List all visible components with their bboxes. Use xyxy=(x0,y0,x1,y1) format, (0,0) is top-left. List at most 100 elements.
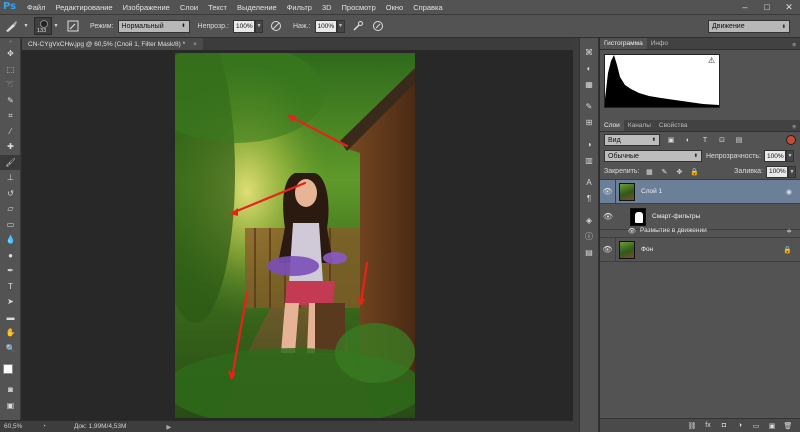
brush-size-picker[interactable]: 133 xyxy=(34,17,52,35)
menu-window[interactable]: Окно xyxy=(386,3,403,12)
gradient-tool-icon[interactable]: ▭ xyxy=(0,217,21,233)
tab-properties[interactable]: Свойства xyxy=(655,120,692,131)
layer-row-layer1[interactable]: 👁 Слой 1 ◉ xyxy=(600,179,800,204)
brush-picker-arrow-icon[interactable]: ▼ xyxy=(52,19,60,34)
link-layers-icon[interactable]: ⛓ xyxy=(686,421,698,431)
layer-opacity-field[interactable]: 100% xyxy=(764,150,786,162)
status-arrow-icon[interactable]: ▶ xyxy=(166,423,171,431)
hand-tool-icon[interactable]: ✋ xyxy=(0,325,21,341)
maximize-button[interactable]: □ xyxy=(756,0,778,14)
layers-menu-icon[interactable]: ≡ xyxy=(792,124,796,131)
kind-filter-select[interactable]: Вид ⬍ xyxy=(604,134,660,146)
opacity-arrow-icon[interactable]: ▼ xyxy=(254,19,263,33)
new-layer-icon[interactable]: ▣ xyxy=(766,421,778,431)
filter-adjustment-icon[interactable]: ◐ xyxy=(682,134,694,146)
fill-field[interactable]: 100% xyxy=(766,165,788,178)
menu-image[interactable]: Изображение xyxy=(123,3,170,12)
layer-opacity-arrow-icon[interactable]: ▼ xyxy=(786,150,794,162)
pressure-arrow-icon[interactable]: ▼ xyxy=(336,19,345,33)
navigator-panel-icon[interactable]: ◈ xyxy=(580,212,598,228)
brush-tool-icon[interactable]: 🖌 xyxy=(0,154,21,170)
blur-tool-icon[interactable]: 💧 xyxy=(0,232,21,248)
layer-row-background[interactable]: 👁 Фон 🔒 xyxy=(600,237,800,262)
eraser-tool-icon[interactable]: ▱ xyxy=(0,201,21,217)
smart-filter-indicator-icon[interactable]: ◉ xyxy=(786,188,792,196)
blend-mode-select[interactable]: Обычные ⬍ xyxy=(604,150,702,162)
lock-transparency-icon[interactable]: ▦ xyxy=(644,167,654,177)
lasso-tool-icon[interactable]: ➰ xyxy=(0,77,21,93)
color-swatches[interactable] xyxy=(0,362,20,382)
filter-type-icon[interactable]: T xyxy=(699,134,711,146)
tab-histogram[interactable]: Гистограмма xyxy=(600,38,647,49)
paragraph-panel-icon[interactable]: ¶ xyxy=(580,190,598,206)
motion-blur-filter-row[interactable]: 👁 Размытие в движении ≑ xyxy=(600,224,800,238)
layer-comps-icon[interactable]: ▤ xyxy=(580,244,598,260)
filter-eye-icon[interactable]: 👁 xyxy=(600,227,640,235)
menu-file[interactable]: Файл xyxy=(27,3,45,12)
visibility-eye-icon[interactable]: 👁 xyxy=(600,179,616,204)
new-group-icon[interactable]: ▭ xyxy=(750,421,762,431)
canvas-area[interactable] xyxy=(22,50,573,420)
opacity-field[interactable]: 100% xyxy=(232,19,255,33)
zoom-tool-icon[interactable]: 🔍 xyxy=(0,341,21,357)
rectangle-tool-icon[interactable]: ▬ xyxy=(0,310,21,326)
layer-style-icon[interactable]: fx xyxy=(702,421,714,431)
styles-panel-icon[interactable]: ▥ xyxy=(580,152,598,168)
brush-presets-icon[interactable]: ⊞ xyxy=(580,114,598,130)
color-panel-icon[interactable]: ◐ xyxy=(580,60,598,76)
menu-help[interactable]: Справка xyxy=(413,3,442,12)
status-menu-icon[interactable]: ◔ xyxy=(42,423,46,430)
quick-select-tool-icon[interactable]: ✎ xyxy=(0,93,21,109)
dodge-tool-icon[interactable]: ● xyxy=(0,248,21,264)
filter-mask-thumbnail[interactable] xyxy=(630,207,646,226)
clone-stamp-tool-icon[interactable]: ⊥ xyxy=(0,170,21,186)
lock-all-icon[interactable]: 🔒 xyxy=(689,167,699,177)
pen-tool-icon[interactable]: ✒ xyxy=(0,263,21,279)
menu-view[interactable]: Просмотр xyxy=(342,3,376,12)
swatches-panel-icon[interactable]: ▦ xyxy=(580,76,598,92)
adjustments-panel-icon[interactable]: ◑ xyxy=(580,136,598,152)
filter-pixel-icon[interactable]: ▣ xyxy=(665,134,677,146)
cache-warning-icon[interactable]: ⚠ xyxy=(708,56,715,65)
background-eye-icon[interactable]: 👁 xyxy=(600,237,616,262)
eyedropper-tool-icon[interactable]: ⁄ xyxy=(0,124,21,140)
menu-3d[interactable]: 3D xyxy=(322,3,332,12)
tab-info[interactable]: Инфо xyxy=(647,38,672,49)
add-mask-icon[interactable]: ◘ xyxy=(718,421,730,431)
brush-tool-preset-icon[interactable] xyxy=(0,19,22,34)
healing-brush-tool-icon[interactable]: ✚ xyxy=(0,139,21,155)
menu-type[interactable]: Текст xyxy=(208,3,227,12)
move-tool-icon[interactable]: ✥ xyxy=(0,46,21,62)
new-adjustment-icon[interactable]: ◑ xyxy=(734,421,746,431)
document-image[interactable] xyxy=(175,53,415,418)
lock-position-icon[interactable]: ✥ xyxy=(674,167,684,177)
tab-channels[interactable]: Каналы xyxy=(624,120,655,131)
close-tab-icon[interactable]: × xyxy=(193,41,197,48)
document-tab[interactable]: CN-CYgVxCHw.jpg @ 60,5% (Слой 1, Filter … xyxy=(22,38,203,50)
preset-dropdown-arrow-icon[interactable]: ▼ xyxy=(22,19,30,34)
airbrush-icon[interactable] xyxy=(349,19,367,34)
character-panel-icon[interactable]: A xyxy=(580,174,598,190)
menu-select[interactable]: Выделение xyxy=(237,3,277,12)
lock-pixels-icon[interactable]: ✎ xyxy=(659,167,669,177)
screen-mode-icon[interactable]: ▣ xyxy=(0,398,21,414)
filter-shape-icon[interactable]: ⊡ xyxy=(716,134,728,146)
quick-mask-icon[interactable]: ◙ xyxy=(0,382,21,398)
foreground-color-swatch[interactable] xyxy=(3,364,13,374)
tools-collapse-icon[interactable]: » xyxy=(0,38,21,46)
fill-arrow-icon[interactable]: ▼ xyxy=(788,165,796,178)
filter-smart-object-icon[interactable]: ▤ xyxy=(733,134,745,146)
delete-layer-icon[interactable]: 🗑 xyxy=(782,421,794,431)
tab-layers[interactable]: Слои xyxy=(600,120,624,131)
marquee-tool-icon[interactable]: ⬚ xyxy=(0,62,21,78)
pressure-field[interactable]: 100% xyxy=(314,19,337,33)
brush-panel-toggle-icon[interactable] xyxy=(64,19,82,34)
workspace-select[interactable]: Движение ⬍ xyxy=(708,20,790,33)
mode-select[interactable]: Нормальный ⬍ xyxy=(117,19,190,33)
pressure-opacity-icon[interactable] xyxy=(267,19,285,34)
tablet-size-icon[interactable] xyxy=(369,19,387,34)
info-panel-icon[interactable]: ⓘ xyxy=(580,228,598,244)
menu-filter[interactable]: Фильтр xyxy=(287,3,312,12)
crop-tool-icon[interactable]: ⌗ xyxy=(0,108,21,124)
history-panel-icon[interactable]: ⌘ xyxy=(580,44,598,60)
